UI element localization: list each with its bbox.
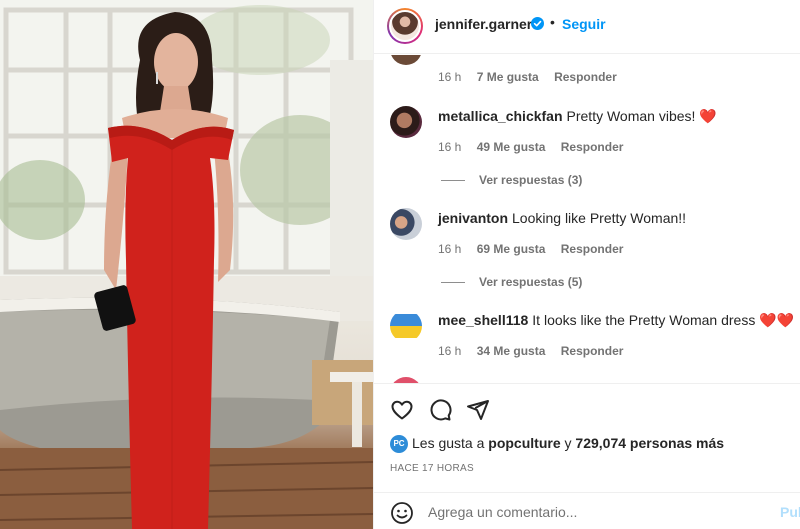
comment-meta: 16 h 7 Me gusta Responder (438, 70, 629, 84)
view-replies-label: Ver respuestas (3) (479, 173, 583, 187)
verified-badge-icon (531, 17, 544, 30)
comment-likes[interactable]: 7 Me gusta (477, 70, 539, 84)
replies-divider (441, 180, 465, 182)
comment-input[interactable] (428, 502, 768, 522)
send-icon[interactable] (466, 398, 490, 422)
likes-count[interactable]: 729,074 personas más (575, 435, 724, 451)
reply-button[interactable]: Responder (554, 70, 617, 84)
author-username[interactable]: jennifer.garner (435, 16, 532, 32)
comment-time: 16 h (438, 140, 462, 154)
heart-icon[interactable] (390, 398, 414, 422)
reply-button[interactable]: Responder (561, 140, 624, 154)
comment-likes[interactable]: 34 Me gusta (477, 344, 546, 358)
view-replies-label: Ver respuestas (5) (479, 275, 583, 289)
comment-text: metallica_chickfan Pretty Woman vibes! ❤️ (438, 108, 717, 125)
comment-likes[interactable]: 69 Me gusta (477, 242, 546, 256)
post-photo[interactable] (0, 0, 373, 529)
post-timestamp[interactable]: HACE 17 HORAS (390, 463, 474, 474)
comment-avatar[interactable] (390, 106, 422, 138)
comment-meta: 16 h 69 Me gusta Responder (438, 242, 635, 256)
likes-summary[interactable]: PC Les gusta a popculture y 729,074 perso… (390, 435, 724, 454)
comment-likes[interactable]: 49 Me gusta (477, 140, 546, 154)
comment-text: mee_shell118 It looks like the Pretty Wom… (438, 312, 794, 329)
view-replies-button[interactable]: Ver respuestas (3) (441, 173, 582, 187)
post-side-panel: jennifer.garner • Seguir 16 h 7 Me gusta… (373, 0, 800, 529)
comment-body: Looking like Pretty Woman!! (512, 210, 687, 226)
emoji-icon[interactable] (390, 501, 414, 525)
liker-username[interactable]: popculture (488, 435, 560, 451)
follow-button[interactable]: Seguir (562, 16, 606, 32)
post-header: jennifer.garner • Seguir (374, 0, 800, 54)
likes-connector: y (564, 435, 572, 451)
comments-list[interactable]: 16 h 7 Me gusta Responder metallica_chic… (374, 55, 800, 383)
view-replies-button[interactable]: Ver respuestas (5) (441, 275, 582, 289)
comment-avatar[interactable] (390, 208, 422, 240)
author-avatar[interactable] (387, 8, 423, 44)
comment-icon[interactable] (428, 398, 452, 422)
publish-button[interactable]: Publicar (780, 504, 800, 520)
comment-time: 16 h (438, 70, 462, 84)
comment-username[interactable]: mee_shell118 (438, 312, 528, 328)
comment-time: 16 h (438, 242, 462, 256)
comment-meta: 16 h 49 Me gusta Responder (438, 140, 635, 154)
comment-body: Pretty Woman vibes! ❤️ (566, 108, 717, 124)
post-actions: PC Les gusta a popculture y 729,074 perso… (374, 383, 800, 529)
liker-avatar[interactable]: PC (390, 435, 408, 454)
comment-meta: 16 h 34 Me gusta Responder (438, 344, 635, 358)
comment-body: It looks like the Pretty Woman dress ❤️❤… (532, 312, 795, 328)
comment-avatar[interactable] (390, 55, 422, 65)
photo-illustration (0, 0, 373, 529)
comment-avatar[interactable] (390, 310, 422, 342)
add-comment-bar: Publicar (374, 492, 800, 529)
likes-prefix: Les gusta a (412, 435, 485, 451)
comment-time: 16 h (438, 344, 462, 358)
header-separator: • (550, 14, 555, 30)
comment-text: jenivanton Looking like Pretty Woman!! (438, 210, 686, 226)
comment-username[interactable]: jenivanton (438, 210, 508, 226)
replies-divider (441, 282, 465, 284)
reply-button[interactable]: Responder (561, 242, 624, 256)
comment-username[interactable]: metallica_chickfan (438, 108, 563, 124)
reply-button[interactable]: Responder (561, 344, 624, 358)
